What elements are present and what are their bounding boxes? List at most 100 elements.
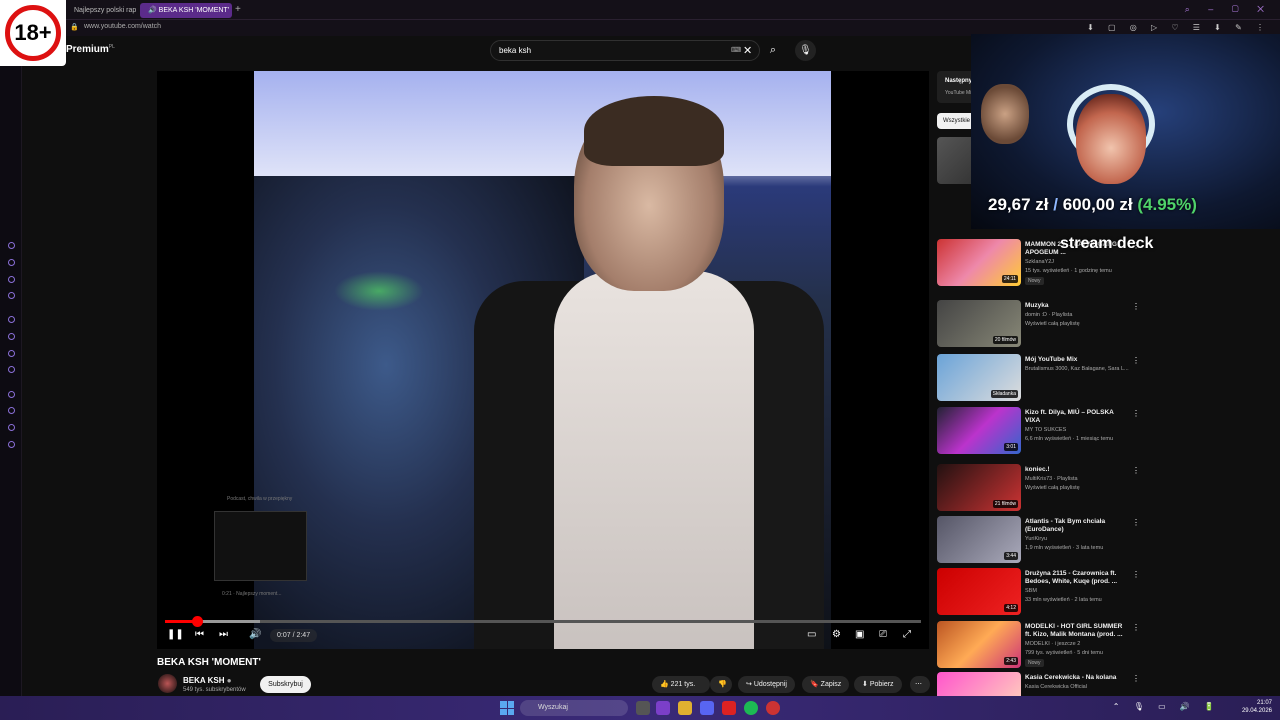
seek-preview-thumbnail [214,511,307,581]
list-item[interactable]: 4:12 Drużyna 2115 - Czarownica ft. Bedoes… [937,568,1145,616]
list-item[interactable]: 2:43 MODELKI - HOT GIRL SUMMER ft. Kizo, … [937,621,1145,669]
twitch-icon[interactable] [8,316,15,323]
bookmark-icon: 🔖 [810,681,821,688]
subtitles-icon[interactable]: ▭ [807,627,816,643]
windows-taskbar: Wyszukaj ⌃ 🎙 ▭ 🔊 🔋 21:07 29.04.2026 [0,696,1280,720]
system-tray[interactable]: ⌃ 🎙 ▭ 🔊 🔋 [1113,702,1220,711]
thumbnail: 3:01 [937,407,1021,454]
sidebar-icon-2[interactable] [8,259,15,266]
list-item[interactable]: 3:01 Kizo ft. Dilya, MIÚ – POLSKA VIXA MY … [937,407,1145,455]
item-title: Muzyka [1025,302,1049,309]
duration-badge: 24:11 [1001,275,1018,283]
search-button[interactable]: ⌕ [762,40,784,61]
item-channel: Brutalismus 3000, Kaz Bałagane, Sara L..… [1025,366,1129,372]
dislike-button[interactable]: 👎 [710,676,732,693]
search-box[interactable]: beka ksh ⌨ ✕ [490,40,760,61]
more-options-icon[interactable]: ⋮ [1132,623,1140,632]
video-player[interactable]: Podcast, chwila w przepiękny 0:21 · Najl… [157,71,929,649]
spotify-icon[interactable] [744,701,758,715]
clear-search-icon[interactable]: ✕ [743,44,752,57]
tab-previous[interactable]: Najlepszy polski raper | U... [66,3,136,18]
youtube-logo[interactable]: PremiumPL [66,44,115,55]
item-stats: 33 mln wyświetleń · 2 lata temu [1025,597,1102,603]
subscribe-button[interactable]: Subskrybuj [260,676,311,693]
thumbnail: 21 filmów [937,464,1021,511]
more-options-icon[interactable]: ⋮ [1132,409,1140,418]
keyboard-icon[interactable]: ⌨ [731,46,741,54]
item-stats: 15 tys. wyświetleń · 1 godzinę temu [1025,268,1112,274]
channel-name[interactable]: BEKA KSH ● [183,676,232,685]
sidebar-icon-11[interactable] [8,424,15,431]
tab-active[interactable]: 🔊 BEKA KSH 'MOMENT' [140,3,232,18]
more-options-icon[interactable]: ⋮ [1132,302,1140,311]
window-controls[interactable]: ⌕ – ▢ ✕ [1185,4,1272,15]
sidebar-icon-9[interactable] [8,391,15,398]
more-options-icon[interactable]: ⋮ [1132,674,1140,683]
more-options-icon[interactable]: ⋮ [1132,356,1140,365]
url-field[interactable]: www.youtube.com/watch [84,23,161,30]
list-item[interactable]: 21 filmów koniec.! MultiKris73 · Playlista… [937,464,1145,512]
previous-icon[interactable]: ⏮ [195,627,204,643]
sidebar-icon-1[interactable] [8,242,15,249]
thumbnail: 24:11 [937,239,1021,286]
settings-gear-icon[interactable]: ⚙ [832,627,841,643]
next-icon[interactable]: ⏭ [219,627,228,643]
app-icon-red[interactable] [722,701,736,715]
more-actions-button[interactable]: ⋯ [910,676,930,693]
discord-icon[interactable] [700,701,714,715]
list-item[interactable]: 3:44 Atlantis - Tak Bym chciała (EuroDanc… [937,516,1145,564]
share-button[interactable]: ↪ Udostępnij [738,676,795,693]
preview-time: 0:21 · Najlepszy moment... [222,591,282,597]
browser-toolbar-icons[interactable]: ⬇ ▢ ◎ ▷ ♡ ☰ ⬇ ✎ ⋮ [1087,23,1270,32]
save-button[interactable]: 🔖 Zapisz [802,676,850,693]
search-input[interactable]: beka ksh [499,46,531,55]
more-options-icon[interactable]: ⋮ [1132,570,1140,579]
browser-titlebar: Najlepszy polski raper | U... 🔊 BEKA KSH… [0,0,1280,20]
taskbar-search[interactable]: Wyszukaj [520,700,628,716]
channel-avatar[interactable] [158,674,177,693]
new-tab-icon[interactable]: + [235,4,241,15]
download-icon: ⬇ [862,681,870,688]
cast-icon[interactable]: ⎚ [879,627,887,643]
pause-icon[interactable]: ❚❚ [167,627,184,643]
taskbar-search-text: Wyszukaj [538,704,568,711]
tiktok-icon[interactable] [8,366,15,373]
scrubber-knob[interactable] [191,616,203,627]
duration-badge: 2:43 [1004,657,1018,665]
microphone-icon[interactable]: 🎙 [795,40,816,61]
like-button[interactable]: 👍 221 tys. [652,676,710,693]
youtube-logo-text: Premium [66,44,109,56]
more-options-icon[interactable]: ⋮ [1132,466,1140,475]
sidebar-icon-4[interactable] [8,292,15,299]
thumbnail: 4:12 [937,568,1021,615]
clock-date: 29.04.2026 [1241,708,1272,714]
chrome-icon[interactable] [766,701,780,715]
item-channel: domin :D · Playlista [1025,312,1073,318]
item-channel: YuriKiryu [1025,536,1048,542]
video-projector-screen [254,71,831,176]
list-item[interactable]: 20 filmów Muzyka domin :D · Playlista Wyświ… [937,300,1145,348]
task-view-icon[interactable] [636,701,650,715]
progress-bar[interactable] [165,616,921,627]
instagram-icon[interactable] [8,350,15,357]
donation-current: 29,67 zł [988,195,1049,214]
volume-icon[interactable]: 🔊 [249,627,261,643]
history-icon[interactable] [8,407,15,414]
video-hoodie [554,271,754,649]
miniplayer-icon[interactable]: ▣ [855,627,864,643]
fullscreen-icon[interactable]: ⤢ [903,627,911,643]
start-icon[interactable] [500,701,514,715]
duration-badge: 21 filmów [992,500,1018,508]
clock-time: 21:07 [1256,700,1272,706]
youtube-logo-region: PL [108,44,115,50]
file-explorer-icon[interactable] [678,701,692,715]
settings-icon[interactable] [8,441,15,448]
item-channel: SBM [1025,588,1037,594]
duration-badge: Składanka [990,390,1018,398]
browser-app-icon[interactable] [656,701,670,715]
sidebar-icon-3[interactable] [8,276,15,283]
more-options-icon[interactable]: ⋮ [1132,518,1140,527]
download-button[interactable]: ⬇ Pobierz [854,676,902,693]
messenger-icon[interactable] [8,333,15,340]
list-item[interactable]: Składanka Mój YouTube Mix Brutalismus 3000… [937,354,1145,402]
